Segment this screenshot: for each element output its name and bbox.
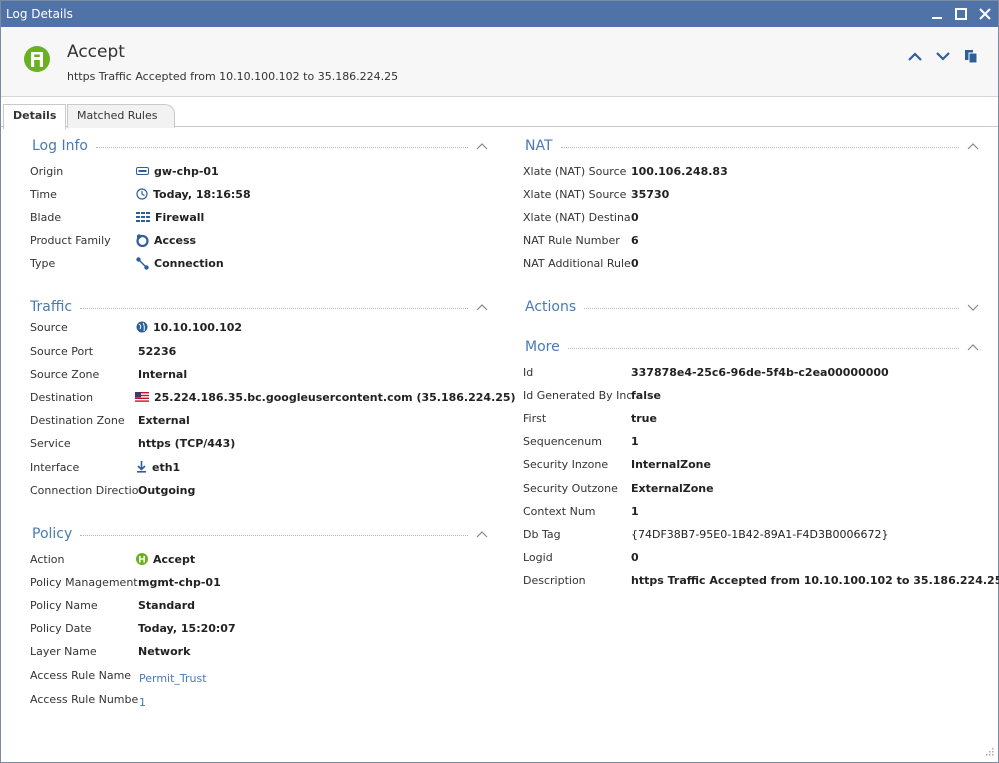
window-title: Log Details: [6, 7, 73, 21]
access-rule-number-link[interactable]: 1: [139, 696, 146, 709]
close-icon[interactable]: [974, 3, 996, 25]
field-row: Action Accept: [30, 552, 196, 566]
access-rule-link[interactable]: Permit_Trust: [139, 672, 207, 685]
gateway-icon: [136, 166, 149, 176]
access-icon: [136, 233, 149, 247]
chevron-up-icon[interactable]: [906, 47, 924, 65]
field-row: Origin gw-chp-01: [30, 164, 219, 178]
minimize-icon[interactable]: [926, 3, 948, 25]
resize-grip-icon[interactable]: [984, 748, 994, 758]
field-row: Destination Zone External: [30, 413, 190, 427]
title-bar[interactable]: Log Details: [1, 1, 998, 27]
field-row: Product Family Access: [30, 233, 197, 247]
log-title: Accept: [67, 42, 125, 62]
connection-icon: [136, 256, 149, 270]
field-row: Connection Direction Outgoing: [30, 483, 196, 497]
field-row: Xlate (NAT) Destinati... 0: [523, 210, 639, 224]
field-row: Id 337878e4-25c6-96de-5f4b-c2ea00000000: [523, 365, 889, 379]
section-nat[interactable]: NAT: [525, 138, 979, 154]
copy-icon[interactable]: [962, 47, 980, 65]
field-row: NAT Additional Rule... 0: [523, 256, 639, 270]
field-row: Source Port 52236: [30, 344, 177, 358]
field-row: Security Outzone ExternalZone: [523, 481, 714, 495]
accept-icon: [136, 553, 148, 565]
field-row: Time Today, 18:16:58: [30, 187, 251, 201]
section-title: Traffic: [30, 299, 73, 315]
us-flag-icon: [135, 392, 149, 402]
field-row: First true: [523, 411, 657, 425]
section-more[interactable]: More: [525, 339, 979, 355]
field-row: Destination 25.224.186.35.bc.googleuserc…: [30, 390, 516, 404]
tab-bar: Details Matched Rules: [1, 102, 998, 129]
field-row: Policy Management mgmt-chp-01: [30, 575, 221, 589]
tab-matched-rules[interactable]: Matched Rules: [67, 104, 175, 128]
chevron-down-icon[interactable]: [934, 47, 952, 65]
globe-icon: [136, 321, 148, 333]
section-log-info[interactable]: Log Info: [32, 138, 488, 154]
accept-icon: [24, 46, 50, 72]
chevron-up-icon[interactable]: [476, 303, 488, 311]
tab-details[interactable]: Details: [3, 104, 67, 129]
field-row: Access Rule Number 1: [30, 692, 146, 709]
firewall-icon: [136, 212, 150, 222]
field-row: Xlate (NAT) Source P... 35730: [523, 187, 670, 201]
section-title: More: [525, 339, 560, 355]
field-row: Xlate (NAT) Source IP 100.106.248.83: [523, 164, 728, 178]
field-row: Context Num 1: [523, 504, 639, 518]
maximize-icon[interactable]: [950, 3, 972, 25]
field-row: Source Zone Internal: [30, 367, 188, 381]
section-policy[interactable]: Policy: [32, 526, 488, 542]
field-row: Layer Name Network: [30, 644, 191, 658]
field-row: Blade Firewall: [30, 210, 205, 224]
field-row: Description https Traffic Accepted from …: [523, 573, 999, 587]
section-actions[interactable]: Actions: [525, 299, 979, 315]
field-row: Sequencenum 1: [523, 434, 639, 448]
field-row: Db Tag {74DF38B7-95E0-1B42-89A1-F4D3B000…: [523, 527, 889, 541]
field-row: Source 10.10.100.102: [30, 320, 243, 334]
field-row: Policy Date Today, 15:20:07: [30, 621, 236, 635]
interface-arrow-icon: [136, 461, 147, 473]
log-subtitle: https Traffic Accepted from 10.10.100.10…: [67, 70, 399, 83]
section-title: NAT: [525, 138, 553, 154]
chevron-up-icon[interactable]: [967, 343, 979, 351]
section-title: Log Info: [32, 138, 88, 154]
field-row: Interface eth1: [30, 460, 181, 474]
chevron-up-icon[interactable]: [476, 142, 488, 150]
log-header: Accept https Traffic Accepted from 10.10…: [1, 27, 998, 97]
field-row: NAT Rule Number 6: [523, 233, 639, 247]
field-row: Id Generated By Ind... false: [523, 388, 661, 402]
details-panel: Log Info Origin gw-chp-01 Time Today, 18…: [1, 128, 999, 762]
field-row: Security Inzone InternalZone: [523, 457, 711, 471]
clock-icon: [136, 188, 148, 200]
chevron-down-icon[interactable]: [967, 303, 979, 311]
field-row: Type Connection: [30, 256, 224, 270]
section-title: Actions: [525, 299, 577, 315]
field-row: Logid 0: [523, 550, 639, 564]
section-traffic[interactable]: Traffic: [30, 299, 488, 315]
log-details-window: Log Details Accept https Traffic Accepte…: [0, 0, 999, 763]
field-row: Access Rule Name Permit_Trust: [30, 668, 207, 685]
section-title: Policy: [32, 526, 73, 542]
chevron-up-icon[interactable]: [476, 530, 488, 538]
field-row: Policy Name Standard: [30, 598, 196, 612]
chevron-up-icon[interactable]: [967, 142, 979, 150]
field-row: Service https (TCP/443): [30, 436, 236, 450]
